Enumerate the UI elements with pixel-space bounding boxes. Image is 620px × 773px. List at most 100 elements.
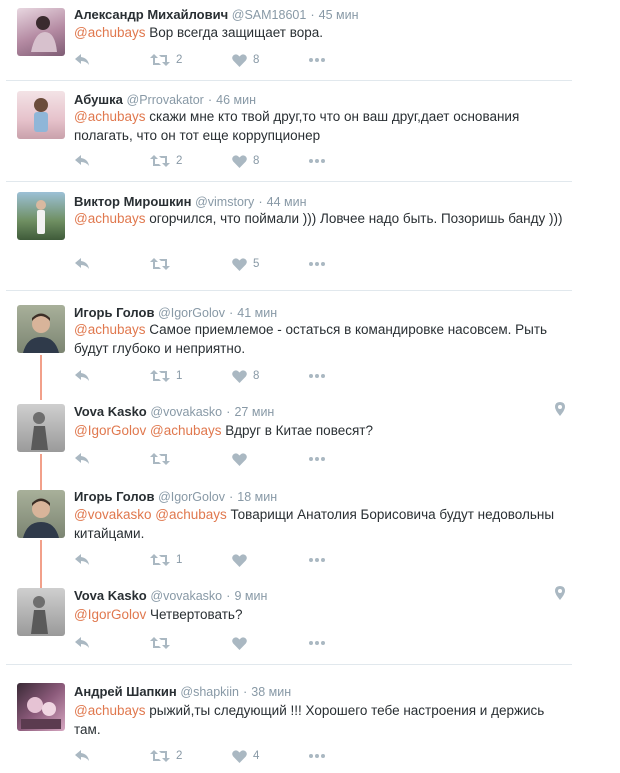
author-name[interactable]: Андрей Шапкин	[74, 684, 177, 699]
tweet-time[interactable]: 41 мин	[237, 306, 277, 320]
like-count: 5	[253, 258, 260, 270]
separator-dot: ·	[207, 92, 213, 107]
like-button[interactable]: 8	[232, 52, 259, 68]
separator	[6, 181, 572, 182]
reply-button[interactable]	[74, 748, 90, 764]
retweet-button[interactable]	[150, 635, 176, 651]
tweet-time[interactable]: 18 мин	[237, 490, 277, 504]
reply-button[interactable]	[74, 451, 90, 467]
author-name[interactable]: Vova Kasko	[74, 588, 147, 603]
tweet-time[interactable]: 44 мин	[267, 195, 307, 209]
retweet-button[interactable]	[150, 451, 176, 467]
author-name[interactable]: Игорь Голов	[74, 305, 154, 320]
more-dots-icon	[309, 754, 325, 758]
author-name[interactable]: Виктор Мирошкин	[74, 194, 191, 209]
like-button[interactable]	[232, 635, 253, 651]
tweet-time[interactable]: 38 мин	[251, 685, 291, 699]
like-button[interactable]	[232, 552, 253, 568]
thread-line	[40, 454, 42, 490]
tweet-time[interactable]: 9 мин	[234, 589, 267, 603]
retweet-icon	[150, 370, 170, 382]
like-count: 4	[253, 750, 260, 762]
tweet-time[interactable]: 45 мин	[319, 8, 359, 22]
mention-link[interactable]: @achubays	[74, 322, 146, 337]
location-pin-icon[interactable]	[554, 586, 566, 600]
like-button[interactable]	[232, 451, 253, 467]
author-name[interactable]: Vova Kasko	[74, 404, 147, 419]
like-button[interactable]: 5	[232, 256, 259, 272]
retweet-button[interactable]: 1	[150, 552, 182, 568]
author-handle[interactable]: @vimstory	[195, 195, 254, 209]
author-handle[interactable]: @IgorGolov	[158, 490, 225, 504]
separator-dot: ·	[226, 404, 231, 419]
author-handle[interactable]: @vovakasko	[150, 589, 222, 603]
avatar[interactable]	[17, 305, 65, 353]
author-handle[interactable]: @shapkiin	[180, 685, 239, 699]
more-dots-icon	[309, 262, 325, 266]
retweet-button[interactable]	[150, 256, 176, 272]
more-button[interactable]	[308, 256, 326, 272]
more-button[interactable]	[308, 635, 326, 651]
avatar[interactable]	[17, 404, 65, 452]
avatar[interactable]	[17, 8, 65, 56]
retweet-button[interactable]: 2	[150, 153, 182, 169]
reply-icon	[75, 637, 89, 648]
more-dots-icon	[309, 457, 325, 461]
author-handle[interactable]: @vovakasko	[150, 405, 222, 419]
tweet-feed: Александр Михайлович @SAM18601 · 45 мин @a…	[0, 0, 620, 773]
like-button[interactable]: 8	[232, 368, 259, 384]
avatar[interactable]	[17, 192, 65, 240]
heart-icon	[232, 636, 247, 650]
mention-link[interactable]: @achubays	[74, 703, 146, 718]
retweet-button[interactable]: 2	[150, 748, 182, 764]
location-pin-icon[interactable]	[554, 402, 566, 416]
more-button[interactable]	[308, 52, 326, 68]
reply-button[interactable]	[74, 552, 90, 568]
heart-icon	[232, 369, 247, 383]
heart-icon	[232, 257, 247, 271]
tweet-time[interactable]: 46 мин	[216, 93, 256, 107]
mention-link[interactable]: @vovakasko @achubays	[74, 507, 227, 522]
more-dots-icon	[309, 374, 325, 378]
more-button[interactable]	[308, 748, 326, 764]
retweet-button[interactable]: 1	[150, 368, 182, 384]
mention-link[interactable]: @IgorGolov	[74, 607, 146, 622]
author-name[interactable]: Игорь Голов	[74, 489, 154, 504]
like-button[interactable]: 4	[232, 748, 259, 764]
author-handle[interactable]: @Prrovakator	[127, 93, 204, 107]
reply-button[interactable]	[74, 368, 90, 384]
more-button[interactable]	[308, 153, 326, 169]
retweet-count: 1	[176, 554, 183, 566]
mention-link[interactable]: @achubays	[74, 211, 146, 226]
reply-button[interactable]	[74, 635, 90, 651]
retweet-count: 1	[176, 370, 183, 382]
reply-button[interactable]	[74, 52, 90, 68]
mention-link[interactable]: @IgorGolov @achubays	[74, 423, 221, 438]
author-name[interactable]: Александр Михайлович	[74, 7, 228, 22]
retweet-count: 2	[176, 54, 183, 66]
author-handle[interactable]: @IgorGolov	[158, 306, 225, 320]
mention-link[interactable]: @achubays	[74, 25, 146, 40]
avatar[interactable]	[17, 683, 65, 731]
more-button[interactable]	[308, 552, 326, 568]
author-handle[interactable]: @SAM18601	[232, 8, 307, 22]
separator	[6, 80, 572, 81]
separator-dot: ·	[226, 588, 231, 603]
avatar[interactable]	[17, 588, 65, 636]
heart-icon	[232, 452, 247, 466]
separator-dot: ·	[228, 305, 234, 320]
author-name[interactable]: Абушка	[74, 92, 123, 107]
tweet-text-content: Самое приемлемое - остаться в командиров…	[74, 322, 548, 356]
like-button[interactable]: 8	[232, 153, 259, 169]
reply-button[interactable]	[74, 256, 90, 272]
tweet-time[interactable]: 27 мин	[234, 405, 274, 419]
more-button[interactable]	[308, 451, 326, 467]
tweet-text-content: рыжий,ты следующий !!! Хорошего тебе нас…	[74, 703, 545, 737]
retweet-button[interactable]: 2	[150, 52, 182, 68]
avatar[interactable]	[17, 490, 65, 538]
reply-button[interactable]	[74, 153, 90, 169]
more-button[interactable]	[308, 368, 326, 384]
mention-link[interactable]: @achubays	[74, 109, 146, 124]
tweet-text: @vovakasko @achubays Товарищи Анатолия Б…	[74, 505, 569, 543]
avatar[interactable]	[17, 91, 65, 139]
